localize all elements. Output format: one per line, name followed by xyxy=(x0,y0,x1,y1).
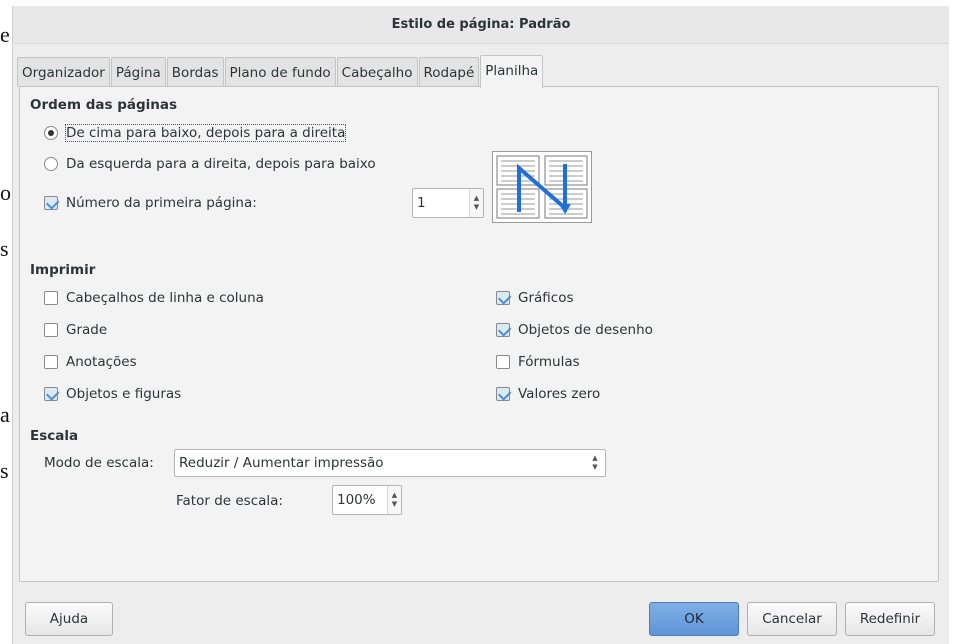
checkbox-checked[interactable] xyxy=(44,387,58,401)
scale-mode-label: Modo de escala: xyxy=(44,455,154,471)
print-charts[interactable]: Gráficos xyxy=(496,290,574,306)
radio-top-down[interactable]: De cima para baixo, depois para a direit… xyxy=(44,124,347,142)
print-drawing-objects[interactable]: Objetos de desenho xyxy=(496,322,653,338)
scale-mode-value[interactable]: Reduzir / Aumentar impressão xyxy=(175,450,585,476)
background-text-fragment: s xyxy=(0,236,9,261)
sheet-tab-panel: Ordem das páginas De cima para baixo, de… xyxy=(19,86,939,582)
first-page-number-checkbox[interactable]: Número da primeira página: xyxy=(44,195,257,211)
radio-left-right[interactable]: Da esquerda para a direita, depois para … xyxy=(44,156,376,172)
title-bar[interactable]: Estilo de página: Padrão xyxy=(13,6,949,44)
scale-factor-spinner[interactable]: 100% ▲ ▼ xyxy=(332,485,402,515)
checkbox-checked[interactable] xyxy=(496,291,510,305)
print-objects-images[interactable]: Objetos e figuras xyxy=(44,386,181,402)
checkbox[interactable] xyxy=(44,355,58,369)
radio-button[interactable] xyxy=(44,157,58,171)
print-row-column-headers-label: Cabeçalhos de linha e coluna xyxy=(66,290,264,306)
first-page-number-value[interactable]: 1 xyxy=(413,189,469,217)
spin-down-icon[interactable]: ▼ xyxy=(392,500,397,509)
print-charts-label: Gráficos xyxy=(518,290,574,306)
tab-pagina[interactable]: Página xyxy=(110,57,166,87)
print-grid[interactable]: Grade xyxy=(44,322,107,338)
dialog-title: Estilo de página: Padrão xyxy=(391,17,571,32)
print-drawing-objects-label: Objetos de desenho xyxy=(518,322,653,338)
print-heading: Imprimir xyxy=(30,262,96,278)
tab-rodape[interactable]: Rodapé xyxy=(418,57,480,87)
dropdown-arrows-icon[interactable]: ▲ ▼ xyxy=(585,450,605,476)
checkbox[interactable] xyxy=(496,355,510,369)
page-style-dialog: Estilo de página: Padrão Organizador Pág… xyxy=(12,6,949,644)
print-zero-values[interactable]: Valores zero xyxy=(496,386,600,402)
spin-up-icon[interactable]: ▲ xyxy=(392,491,397,500)
background-text-fragment: o xyxy=(0,180,11,205)
print-grid-label: Grade xyxy=(66,322,108,338)
background-text-fragment: e xyxy=(0,22,10,47)
spinner-arrows[interactable]: ▲ ▼ xyxy=(469,189,483,217)
tab-bar: Organizador Página Bordas Plano de fundo… xyxy=(17,55,544,88)
tab-cabecalho[interactable]: Cabeçalho xyxy=(336,57,418,87)
spinner-arrows[interactable]: ▲ ▼ xyxy=(387,486,401,514)
help-button[interactable]: Ajuda xyxy=(25,602,113,636)
print-comments[interactable]: Anotações xyxy=(44,354,137,370)
radio-left-right-label: Da esquerda para a direita, depois para … xyxy=(66,156,376,172)
background-text-fragment: a xyxy=(0,402,10,427)
background-text-fragment: s xyxy=(0,458,9,483)
scale-factor-label: Fator de escala: xyxy=(176,493,283,509)
radio-button-selected[interactable] xyxy=(44,126,58,140)
page-order-heading: Ordem das páginas xyxy=(30,97,178,113)
scale-factor-value[interactable]: 100% xyxy=(333,486,387,514)
print-comments-label: Anotações xyxy=(66,354,137,370)
tab-organizador[interactable]: Organizador xyxy=(17,57,110,87)
checkbox[interactable] xyxy=(44,323,58,337)
ok-button[interactable]: OK xyxy=(649,602,739,636)
tab-plano-de-fundo[interactable]: Plano de fundo xyxy=(224,57,336,87)
print-zero-values-label: Valores zero xyxy=(518,386,601,402)
reset-button[interactable]: Redefinir xyxy=(845,602,935,636)
checkbox-checked[interactable] xyxy=(496,323,510,337)
print-objects-images-label: Objetos e figuras xyxy=(66,386,182,402)
print-row-column-headers[interactable]: Cabeçalhos de linha e coluna xyxy=(44,290,264,306)
spin-down-icon[interactable]: ▼ xyxy=(474,203,479,212)
spin-up-icon[interactable]: ▲ xyxy=(474,194,479,203)
checkbox-checked[interactable] xyxy=(496,387,510,401)
scale-heading: Escala xyxy=(30,428,79,444)
checkbox-checked[interactable] xyxy=(44,196,58,210)
page-order-preview xyxy=(492,151,592,223)
tab-planilha[interactable]: Planilha xyxy=(480,55,544,88)
cancel-button[interactable]: Cancelar xyxy=(747,602,837,636)
radio-top-down-label: De cima para baixo, depois para a direit… xyxy=(64,124,347,142)
print-formulas-label: Fórmulas xyxy=(518,354,580,370)
page-order-preview-icon xyxy=(496,155,588,219)
print-formulas[interactable]: Fórmulas xyxy=(496,354,580,370)
scale-mode-dropdown[interactable]: Reduzir / Aumentar impressão ▲ ▼ xyxy=(174,449,606,477)
tab-bordas[interactable]: Bordas xyxy=(166,57,224,87)
first-page-number-spinner[interactable]: 1 ▲ ▼ xyxy=(412,188,484,218)
background-document: e o s a s xyxy=(0,0,12,644)
checkbox[interactable] xyxy=(44,291,58,305)
first-page-number-label: Número da primeira página: xyxy=(66,195,257,211)
